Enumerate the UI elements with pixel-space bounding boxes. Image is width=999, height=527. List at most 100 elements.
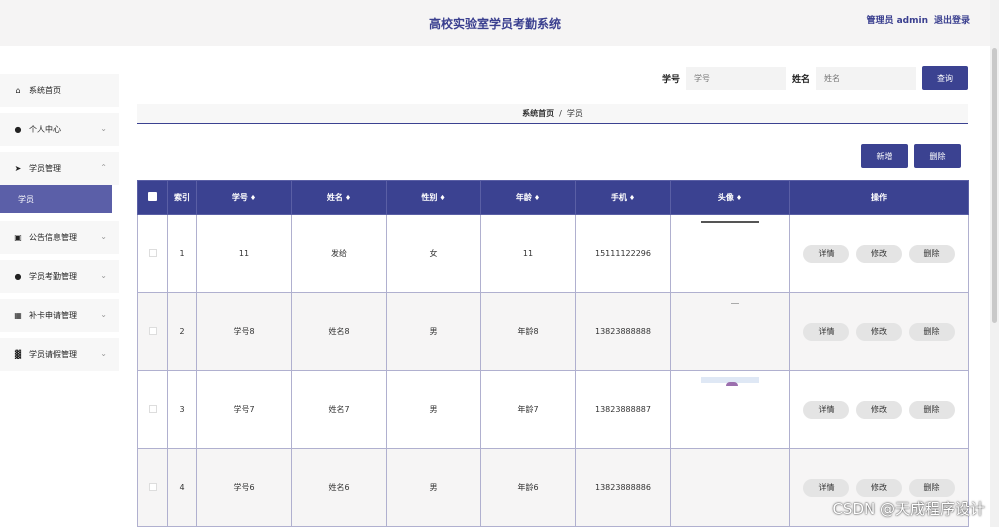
user-icon: ● — [14, 125, 22, 134]
cell-phone: 13823888888 — [575, 292, 671, 371]
row-delete-button[interactable]: 删除 — [908, 400, 955, 419]
sidebar-item-makeup[interactable]: ▦ 补卡申请管理 ⌄ — [0, 299, 119, 332]
sort-icon[interactable]: ♦ — [250, 194, 256, 202]
sort-icon[interactable]: ♦ — [736, 194, 742, 202]
breadcrumb: 系统首页 / 学员 — [137, 104, 968, 124]
student-id-input[interactable] — [685, 66, 786, 90]
breadcrumb-home[interactable]: 系统首页 — [522, 108, 554, 119]
sidebar-item-personal[interactable]: ● 个人中心 ⌄ — [0, 113, 119, 146]
cell-age: 年龄7 — [480, 370, 576, 449]
column-header: 索引 — [167, 180, 197, 215]
table-row: 1 11 发给 女 11 15111122296 详情 修改 删除 — [137, 214, 969, 293]
breadcrumb-current: 学员 — [566, 109, 583, 118]
page-scrollbar[interactable] — [990, 0, 999, 527]
cell-avatar — [670, 214, 790, 293]
row-checkbox[interactable] — [137, 214, 168, 293]
grid-icon: ▦ — [14, 311, 22, 320]
sidebar-item-label: 学员管理 — [29, 164, 61, 173]
chevron-down-icon: ⌄ — [100, 271, 107, 280]
top-bar: 高校实验室学员考勤系统 管理员 admin 退出登录 — [0, 0, 990, 46]
cell-index: 4 — [167, 448, 197, 527]
sidebar-item-label: 公告信息管理 — [29, 233, 77, 242]
column-header-avatar[interactable]: 头像 ♦ — [670, 180, 790, 215]
table-row: 2 学号8 姓名8 男 年龄8 13823888888 详情 修改 删除 — [137, 292, 969, 371]
name-label: 姓名 — [791, 74, 810, 85]
table-row: 3 学号7 姓名7 男 年龄7 13823888887 详情 修改 删除 — [137, 370, 969, 449]
chevron-up-icon: ⌃ — [100, 163, 107, 172]
detail-button[interactable]: 详情 — [803, 322, 850, 341]
edit-button[interactable]: 修改 — [856, 400, 902, 419]
cell-age: 年龄8 — [480, 292, 576, 371]
message-icon: ▣ — [14, 233, 22, 242]
sidebar-item-leave[interactable]: ▓ 学员请假管理 ⌄ — [0, 338, 119, 371]
search-bar: 学号 姓名 查询 — [662, 66, 968, 90]
row-delete-button[interactable]: 删除 — [908, 244, 955, 263]
cell-age: 年龄6 — [480, 448, 576, 527]
column-header-gender[interactable]: 性别 ♦ — [386, 180, 481, 215]
admin-label: 管理员 admin — [866, 16, 928, 26]
column-header-actions: 操作 — [789, 180, 969, 215]
cell-phone: 13823888886 — [575, 448, 671, 527]
chevron-down-icon: ⌄ — [100, 349, 107, 358]
row-checkbox[interactable] — [137, 292, 168, 371]
sidebar-item-students[interactable]: ➤ 学员管理 ⌃ — [0, 152, 119, 185]
name-input[interactable] — [816, 66, 916, 90]
row-checkbox[interactable] — [137, 448, 168, 527]
edit-button[interactable]: 修改 — [856, 322, 902, 341]
sidebar-item-label: 学员考勤管理 — [29, 272, 77, 281]
sort-icon[interactable]: ♦ — [345, 194, 351, 202]
detail-button[interactable]: 详情 — [803, 478, 850, 497]
detail-button[interactable]: 详情 — [803, 244, 850, 263]
sidebar: ⌂ 系统首页 ● 个人中心 ⌄ ➤ 学员管理 ⌃ 学员 ▣ 公告信息管理 ⌄ ●… — [0, 74, 119, 377]
student-id-label: 学号 — [661, 74, 680, 85]
sidebar-item-notices[interactable]: ▣ 公告信息管理 ⌄ — [0, 221, 119, 254]
cell-student-id: 学号7 — [196, 370, 292, 449]
cell-index: 3 — [167, 370, 197, 449]
cell-student-id: 学号8 — [196, 292, 292, 371]
cell-actions: 详情 修改 删除 — [789, 370, 969, 449]
chart-icon: ▓ — [14, 350, 22, 359]
student-table: 索引 学号 ♦ 姓名 ♦ 性别 ♦ 年龄 ♦ 手机 ♦ 头像 ♦ 操作 1 11 发给 女 … — [137, 180, 969, 527]
cell-gender: 女 — [386, 214, 481, 293]
edit-button[interactable]: 修改 — [856, 244, 902, 263]
logout-link[interactable]: 退出登录 — [934, 13, 970, 26]
search-button[interactable]: 查询 — [922, 66, 968, 90]
select-all-checkbox[interactable] — [137, 180, 168, 215]
row-delete-button[interactable]: 删除 — [908, 322, 955, 341]
top-right-user: 管理员 admin 退出登录 — [866, 13, 970, 26]
chevron-down-icon: ⌄ — [100, 232, 107, 241]
sidebar-subitem-student[interactable]: 学员 — [0, 185, 112, 213]
delete-button[interactable]: 删除 — [914, 144, 961, 168]
row-delete-button[interactable]: 删除 — [908, 478, 955, 497]
cell-name: 姓名7 — [291, 370, 387, 449]
sidebar-item-label: 补卡申请管理 — [29, 311, 77, 320]
cell-actions: 详情 修改 删除 — [789, 292, 969, 371]
cell-gender: 男 — [386, 370, 481, 449]
cell-phone: 15111122296 — [575, 214, 671, 293]
sort-icon[interactable]: ♦ — [439, 194, 445, 202]
app-title: 高校实验室学员考勤系统 — [428, 17, 561, 31]
sort-icon[interactable]: ♦ — [629, 194, 635, 202]
row-checkbox[interactable] — [137, 370, 168, 449]
column-header-age[interactable]: 年龄 ♦ — [480, 180, 576, 215]
column-header-phone[interactable]: 手机 ♦ — [575, 180, 671, 215]
sidebar-item-attendance[interactable]: ● 学员考勤管理 ⌄ — [0, 260, 119, 293]
cell-age: 11 — [480, 214, 576, 293]
column-header-student-id[interactable]: 学号 ♦ — [196, 180, 292, 215]
detail-button[interactable]: 详情 — [803, 400, 850, 419]
chevron-down-icon: ⌄ — [100, 124, 107, 133]
column-header-name[interactable]: 姓名 ♦ — [291, 180, 387, 215]
scrollbar-thumb[interactable] — [992, 48, 997, 323]
sidebar-item-home[interactable]: ⌂ 系统首页 — [0, 74, 119, 107]
cell-phone: 13823888887 — [575, 370, 671, 449]
cell-index: 1 — [167, 214, 197, 293]
edit-button[interactable]: 修改 — [856, 478, 902, 497]
avatar-figure — [726, 382, 738, 386]
table-actions: 新增 删除 — [861, 144, 961, 168]
sort-icon[interactable]: ♦ — [534, 194, 540, 202]
sidebar-item-label: 个人中心 — [29, 125, 61, 134]
cell-student-id: 学号6 — [196, 448, 292, 527]
add-button[interactable]: 新增 — [861, 144, 908, 168]
avatar-image — [701, 221, 759, 223]
cell-gender: 男 — [386, 448, 481, 527]
